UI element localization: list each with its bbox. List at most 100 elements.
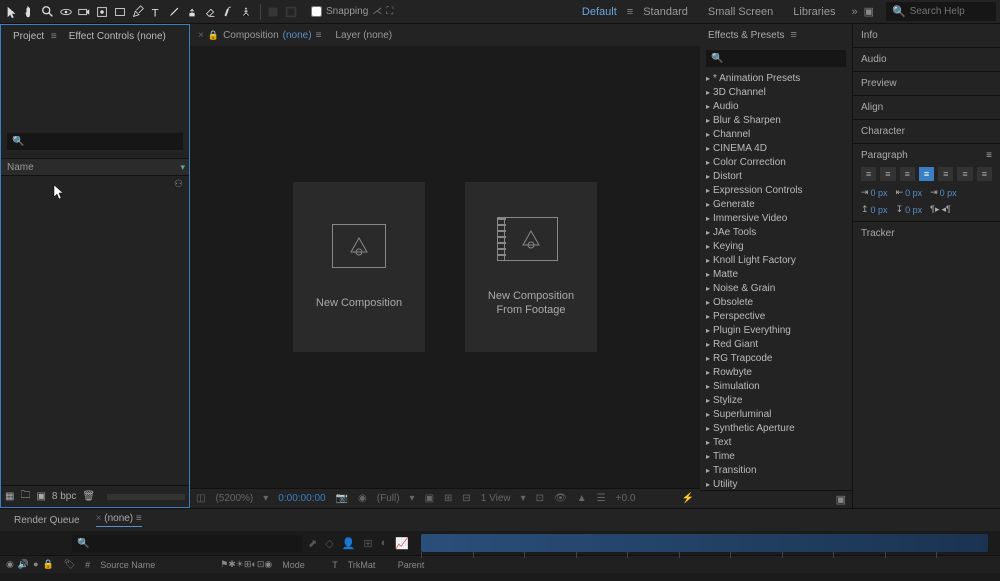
footer-icon-2[interactable]: ▾ <box>410 493 415 504</box>
zoom-level[interactable]: (5200%) <box>215 493 253 504</box>
new-bin-icon[interactable]: ▣ <box>836 494 846 506</box>
panel-menu-icon[interactable]: ≡ <box>791 29 797 41</box>
effect-category[interactable]: Matte <box>704 267 848 281</box>
footer-icon-1[interactable]: ▾ <box>263 493 268 504</box>
view-options-icon[interactable]: ⊡ <box>536 493 544 504</box>
effect-category[interactable]: Keying <box>704 239 848 253</box>
panel-character[interactable]: Character <box>853 120 1000 144</box>
effect-category[interactable]: Generate <box>704 197 848 211</box>
project-slider[interactable] <box>107 494 185 500</box>
timeline-work-area[interactable] <box>421 534 988 552</box>
hand-tool-icon[interactable] <box>22 2 38 22</box>
effect-category[interactable]: RG Trapcode <box>704 351 848 365</box>
new-folder-icon[interactable]: 🗀 <box>20 488 30 505</box>
camera-view-icon[interactable]: 👁 <box>554 493 567 504</box>
search-help-input[interactable] <box>910 6 990 17</box>
puppet-tool-icon[interactable] <box>238 2 254 22</box>
draft-3d-icon[interactable]: ☰ <box>597 493 606 504</box>
shy-icon[interactable]: 👤 <box>342 537 356 550</box>
effect-category[interactable]: Transition <box>704 463 848 477</box>
tab-timeline-none[interactable]: × (none) ≡ <box>96 513 142 527</box>
indent-right-icon[interactable]: ⇥ <box>930 187 938 198</box>
effect-category[interactable]: Blur & Sharpen <box>704 113 848 127</box>
effect-category[interactable]: CINEMA 4D <box>704 141 848 155</box>
effect-category[interactable]: Superluminal <box>704 407 848 421</box>
zoom-tool-icon[interactable] <box>40 2 56 22</box>
graph-editor-icon[interactable]: 📈 <box>395 537 409 550</box>
direction-ltr-icon[interactable]: ¶▸ <box>930 204 939 215</box>
effect-category[interactable]: Obsolete <box>704 295 848 309</box>
column-trkmat-t[interactable]: T <box>332 560 338 570</box>
effect-category[interactable]: Utility <box>704 477 848 490</box>
effects-search-input[interactable] <box>706 50 846 67</box>
project-search-input[interactable] <box>7 133 183 150</box>
indent-first-icon[interactable]: ⇤ <box>896 187 904 198</box>
snapping-options-icon[interactable]: ⋌ <box>372 6 382 17</box>
space-before-icon[interactable]: ↥ <box>861 204 869 215</box>
effect-category[interactable]: Simulation <box>704 379 848 393</box>
tab-layer[interactable]: Layer (none) <box>335 30 392 41</box>
effect-category[interactable]: Expression Controls <box>704 183 848 197</box>
workspace-panel-icon[interactable]: ▣ <box>864 5 874 18</box>
panel-audio[interactable]: Audio <box>853 48 1000 72</box>
selection-tool-icon[interactable] <box>4 2 20 22</box>
footer-icon-3[interactable]: ▾ <box>521 493 526 504</box>
indent-left-icon[interactable]: ⇥ <box>861 187 869 198</box>
resolution[interactable]: (Full) <box>377 493 400 504</box>
fast-preview-icon[interactable]: ⚡ <box>682 493 694 504</box>
exposure[interactable]: +0.0 <box>616 493 636 504</box>
brush-tool-icon[interactable] <box>166 2 182 22</box>
rectangle-tool-icon[interactable] <box>112 2 128 22</box>
panel-tracker[interactable]: Tracker <box>853 222 1000 245</box>
column-trkmat[interactable]: TrkMat <box>348 560 388 570</box>
effect-category[interactable]: * Animation Presets <box>704 71 848 85</box>
close-icon[interactable]: × <box>198 30 204 41</box>
pen-tool-icon[interactable] <box>130 2 146 22</box>
grid-icon[interactable]: ⊞ <box>444 493 452 504</box>
workspace-overflow-icon[interactable]: » <box>851 6 857 18</box>
snapping-expand-icon[interactable]: ⛶ <box>386 6 393 17</box>
panel-align[interactable]: Align <box>853 96 1000 120</box>
column-mode[interactable]: Mode <box>282 560 322 570</box>
switches-icon[interactable]: ⚑✱☀⊞◐⊡◉ <box>220 559 272 570</box>
tab-composition[interactable]: × 🔒 Composition (none) ≡ <box>198 30 321 41</box>
panel-menu-icon[interactable]: ≡ <box>986 150 992 161</box>
tab-effect-controls[interactable]: Effect Controls (none) <box>63 28 172 45</box>
new-comp-icon[interactable]: ▣ <box>36 491 45 502</box>
effect-category[interactable]: Color Correction <box>704 155 848 169</box>
workspace-libraries[interactable]: Libraries <box>783 2 845 22</box>
audio-toggle-icon[interactable]: 🔊 <box>18 559 29 570</box>
panel-menu-icon[interactable]: ≡ <box>51 31 57 42</box>
align-center-icon[interactable]: ≡ <box>880 167 895 181</box>
lock-toggle-icon[interactable]: 🔒 <box>43 559 54 570</box>
stroke-swatch-icon[interactable] <box>283 2 299 22</box>
panel-info[interactable]: Info <box>853 24 1000 48</box>
align-right-icon[interactable]: ≡ <box>900 167 915 181</box>
effect-category[interactable]: Audio <box>704 99 848 113</box>
align-left-icon[interactable]: ≡ <box>861 167 876 181</box>
column-number[interactable]: # <box>85 560 90 570</box>
motion-blur-icon[interactable]: ◐ <box>381 537 388 550</box>
panel-menu-icon[interactable]: ≡ <box>316 30 322 41</box>
search-help[interactable]: 🔍 <box>886 2 996 21</box>
show-channel-icon[interactable]: ◉ <box>358 493 367 504</box>
effect-category[interactable]: Plugin Everything <box>704 323 848 337</box>
effect-category[interactable]: Knoll Light Factory <box>704 253 848 267</box>
justify-last-center-icon[interactable]: ≡ <box>938 167 953 181</box>
comp-mini-flowchart-icon[interactable]: ⬈ <box>308 537 317 550</box>
project-flow-icon[interactable]: ⚇ <box>174 179 183 190</box>
effect-category[interactable]: 3D Channel <box>704 85 848 99</box>
lock-icon[interactable]: 🔒 <box>208 30 219 41</box>
delete-icon[interactable]: 🗑 <box>82 491 95 502</box>
video-toggle-icon[interactable]: ◉ <box>6 559 14 570</box>
project-column-name[interactable]: Name ▾ <box>1 158 189 176</box>
timeline-ruler[interactable] <box>421 552 988 564</box>
views-dropdown[interactable]: 1 View <box>481 493 511 504</box>
workspace-default[interactable]: Default <box>572 2 627 22</box>
type-tool-icon[interactable]: T <box>148 2 164 22</box>
renderer-icon[interactable]: ▲ <box>577 493 587 504</box>
effect-category[interactable]: Synthetic Aperture <box>704 421 848 435</box>
effect-category[interactable]: Perspective <box>704 309 848 323</box>
frame-blend-icon[interactable]: ⊞ <box>363 537 372 550</box>
clone-stamp-tool-icon[interactable] <box>184 2 200 22</box>
